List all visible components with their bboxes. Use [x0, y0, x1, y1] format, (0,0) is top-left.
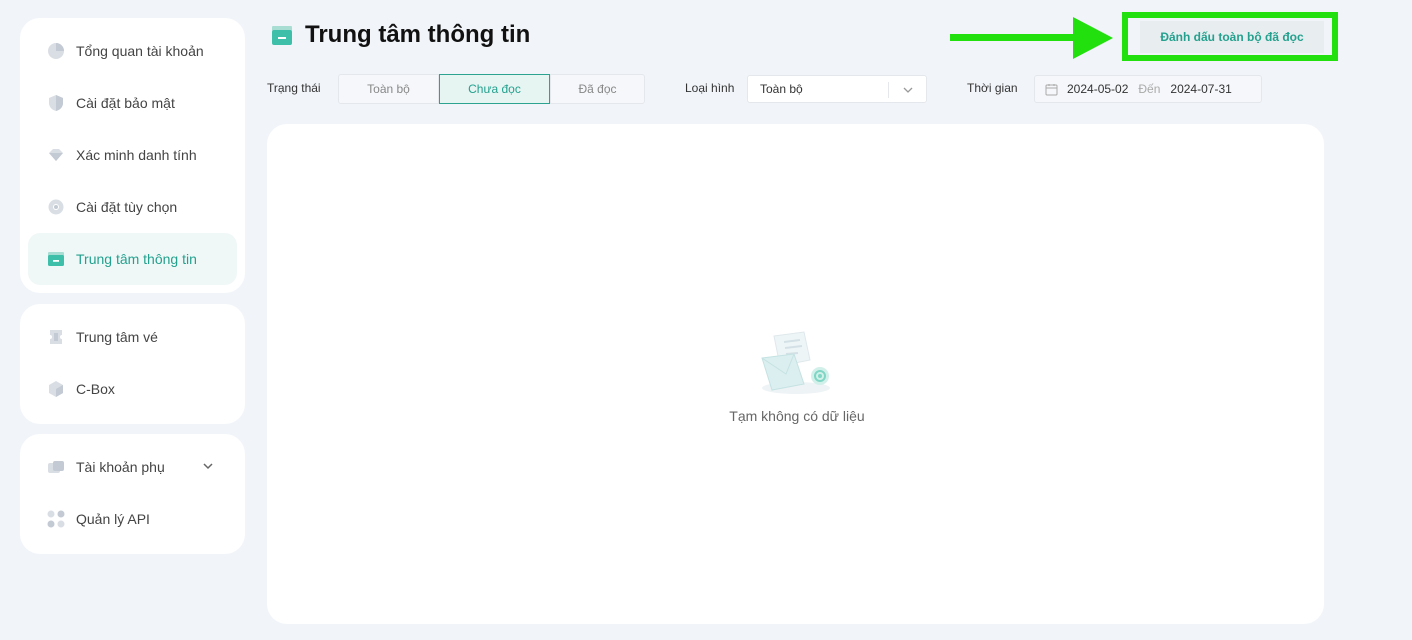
type-select-value: Toàn bộ	[760, 82, 803, 96]
sub-account-icon	[46, 457, 66, 477]
sidebar-item-label: Quản lý API	[76, 511, 150, 527]
sidebar-group-advanced: Tài khoản phụ Quản lý API	[20, 434, 245, 554]
sidebar-item-label: C-Box	[76, 381, 115, 397]
status-option-read[interactable]: Đã đọc	[550, 74, 645, 104]
annotation-arrow	[950, 34, 1080, 41]
sidebar-item-security-settings[interactable]: Cài đặt bảo mật	[28, 77, 237, 129]
message-box-icon	[272, 26, 292, 45]
date-range-picker[interactable]: 2024-05-02 Đến 2024-07-31	[1034, 75, 1262, 103]
sidebar-item-ticket-center[interactable]: Trung tâm vé	[28, 311, 237, 363]
time-filter-label: Thời gian	[967, 81, 1018, 95]
type-filter-label: Loại hình	[685, 81, 735, 95]
sidebar-item-api-management[interactable]: Quản lý API	[28, 493, 237, 545]
sidebar-item-label: Tổng quan tài khoản	[76, 43, 204, 59]
sidebar-item-label: Trung tâm thông tin	[76, 251, 197, 267]
type-select[interactable]: Toàn bộ	[747, 75, 927, 103]
sidebar-item-c-box[interactable]: C-Box	[28, 363, 237, 415]
date-start[interactable]: 2024-05-02	[1067, 82, 1128, 96]
diamond-icon	[46, 145, 66, 165]
ticket-icon	[46, 327, 66, 347]
date-end[interactable]: 2024-07-31	[1170, 82, 1231, 96]
sidebar-group-support: Trung tâm vé C-Box	[20, 304, 245, 424]
mark-all-read-button[interactable]: Đánh dấu toàn bộ đã đọc	[1140, 21, 1324, 53]
calendar-icon	[1045, 83, 1058, 95]
chevron-down-icon[interactable]	[201, 459, 215, 473]
sidebar-item-sub-account[interactable]: Tài khoản phụ	[28, 441, 237, 493]
sidebar-item-label: Tài khoản phụ	[76, 459, 165, 475]
select-divider	[888, 82, 889, 98]
sidebar-item-label: Xác minh danh tính	[76, 147, 197, 163]
empty-state-text: Tạm không có dữ liệu	[729, 408, 865, 424]
message-box-icon	[46, 249, 66, 269]
box-icon	[46, 379, 66, 399]
sidebar-item-label: Trung tâm vé	[76, 329, 158, 345]
api-icon	[46, 509, 66, 529]
empty-state-illustration	[761, 331, 830, 394]
sidebar-item-preference-settings[interactable]: Cài đặt tùy chọn	[28, 181, 237, 233]
sidebar-group-account: Tổng quan tài khoản Cài đặt bảo mật Xác …	[20, 18, 245, 293]
sidebar-item-account-overview[interactable]: Tổng quan tài khoản	[28, 25, 237, 77]
date-separator: Đến	[1138, 82, 1161, 96]
pie-chart-icon	[46, 41, 66, 61]
gear-icon	[46, 197, 66, 217]
status-filter-label: Trạng thái	[267, 81, 321, 95]
page-title: Trung tâm thông tin	[305, 21, 531, 48]
sidebar-item-label: Cài đặt bảo mật	[76, 95, 175, 111]
status-option-all[interactable]: Toàn bộ	[338, 74, 439, 104]
sidebar-item-identity-verification[interactable]: Xác minh danh tính	[28, 129, 237, 181]
annotation-arrow-head	[1073, 17, 1113, 59]
status-option-unread[interactable]: Chưa đọc	[439, 74, 550, 104]
sidebar-item-info-center[interactable]: Trung tâm thông tin	[28, 233, 237, 285]
chevron-down-icon	[903, 87, 913, 93]
sidebar-item-label: Cài đặt tùy chọn	[76, 199, 178, 215]
shield-icon	[46, 93, 66, 113]
